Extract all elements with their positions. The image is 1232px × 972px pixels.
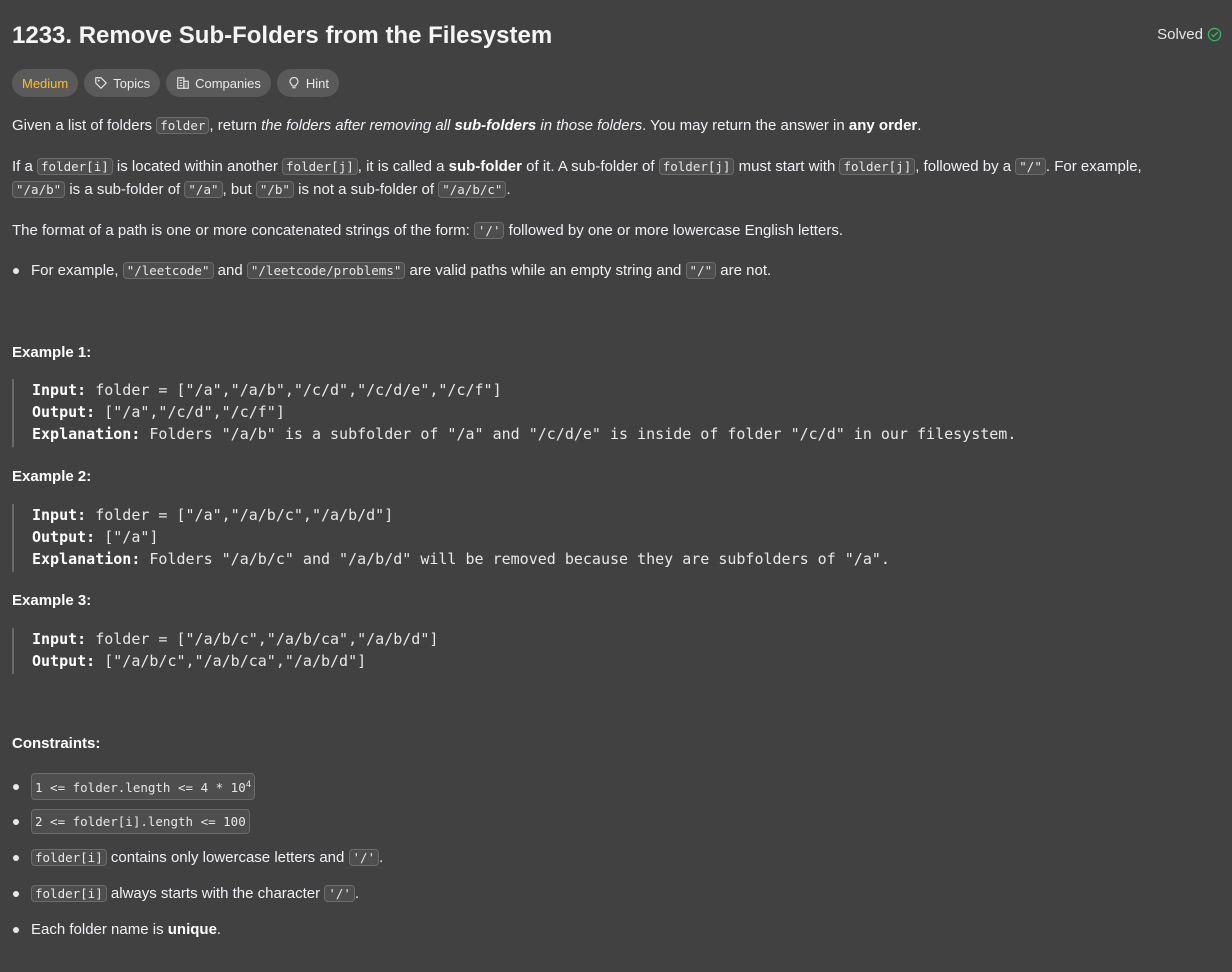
- example-2-heading: Example 2:: [12, 468, 92, 485]
- bullet-dot: [13, 890, 19, 897]
- tag-bar: Medium Topics Companies Hint: [12, 69, 339, 97]
- inline-code: "/": [685, 262, 717, 279]
- example-2-block: Input: folder = ["/a","/a/b/c","/a/b/d"]…: [12, 504, 890, 572]
- solved-label: Solved: [1157, 26, 1203, 43]
- problem-title[interactable]: 1233. Remove Sub-Folders from the Filesy…: [12, 19, 1222, 53]
- title-row: 1233. Remove Sub-Folders from the Filesy…: [12, 19, 1222, 53]
- lightbulb-icon: [289, 77, 299, 89]
- topics-label: Topics: [113, 75, 151, 91]
- inline-code: folder[j]: [839, 158, 916, 175]
- bullet-dot: [13, 818, 19, 825]
- inline-code: '/': [348, 849, 380, 866]
- hint-button[interactable]: Hint: [276, 69, 339, 97]
- inline-code: "/a": [184, 181, 223, 198]
- check-circle-icon: [1207, 27, 1222, 42]
- inline-code: "/leetcode": [122, 262, 214, 279]
- difficulty-badge[interactable]: Medium: [12, 69, 79, 97]
- constraint-item: 1 <= folder.length <= 4 * 104: [12, 773, 256, 801]
- hint-label: Hint: [305, 75, 329, 91]
- topics-button[interactable]: Topics: [84, 69, 161, 97]
- description-paragraph-1: Given a list of folders folder, return t…: [12, 117, 922, 134]
- example-1-heading: Example 1:: [12, 344, 92, 361]
- inline-code: "/": [1015, 158, 1046, 175]
- inline-code: folder[i]: [37, 158, 113, 175]
- inline-code: folder[i]: [31, 849, 107, 866]
- description-paragraph-2: If a folder[i] is located within another…: [12, 158, 1142, 198]
- constraint-item: folder[i] contains only lowercase letter…: [12, 846, 383, 869]
- list-item: For example, "/leetcode" and "/leetcode/…: [12, 259, 771, 282]
- building-icon: [177, 77, 189, 89]
- constraint-item: 2 <= folder[i].length <= 100: [12, 809, 250, 834]
- bullet-dot: [13, 783, 19, 790]
- example-3-heading: Example 3:: [12, 592, 92, 609]
- bullet-dot: [13, 926, 19, 933]
- inline-code: 1 <= folder.length <= 4 * 104: [31, 773, 256, 801]
- inline-code: folder[i]: [31, 885, 107, 902]
- companies-button[interactable]: Companies: [166, 69, 271, 97]
- inline-code: "/leetcode/problems": [246, 262, 406, 279]
- solved-status: Solved: [1157, 26, 1222, 43]
- constraint-item: Each folder name is unique.: [12, 918, 221, 941]
- tag-icon: [95, 77, 108, 89]
- description-paragraph-3: The format of a path is one or more conc…: [12, 222, 843, 239]
- inline-code: 2 <= folder[i].length <= 100: [31, 809, 250, 834]
- constraints-heading: Constraints:: [12, 735, 101, 752]
- bullet-dot: [13, 267, 19, 274]
- inline-code: folder: [156, 117, 210, 134]
- companies-label: Companies: [195, 75, 261, 91]
- example-3-block: Input: folder = ["/a/b/c","/a/b/ca","/a/…: [12, 628, 438, 674]
- inline-code: folder[j]: [658, 158, 735, 175]
- inline-code: '/': [473, 222, 505, 239]
- bullet-dot: [13, 854, 19, 861]
- inline-code: "/a/b/c": [438, 181, 507, 198]
- difficulty-label: Medium: [22, 75, 69, 91]
- inline-code: folder[j]: [282, 158, 358, 175]
- constraint-item: folder[i] always starts with the charact…: [12, 882, 359, 905]
- example-1-block: Input: folder = ["/a","/a/b","/c/d","/c/…: [12, 379, 1016, 447]
- inline-code: '/': [324, 885, 355, 902]
- inline-code: "/a/b": [12, 181, 66, 198]
- inline-code: "/b": [255, 181, 294, 198]
